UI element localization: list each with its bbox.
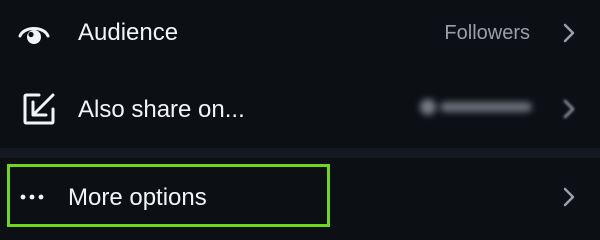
share-arrow-icon [23, 93, 55, 125]
audience-value: Followers [444, 22, 530, 44]
chevron-right-icon [563, 23, 575, 43]
account-avatar-icon [420, 99, 436, 115]
more-horizontal-icon [20, 194, 44, 200]
more-options-label: More options [68, 184, 207, 211]
also-share-row[interactable]: Also share on... [0, 76, 600, 142]
section-divider [0, 148, 600, 158]
redacted-account [418, 96, 536, 118]
eye-icon [18, 27, 50, 44]
chevron-right-icon [563, 187, 575, 207]
settings-screen: Audience Followers Also share on... More… [0, 0, 600, 240]
chevron-right-icon [563, 99, 575, 119]
audience-row[interactable]: Audience Followers [0, 0, 600, 66]
audience-label: Audience [78, 19, 179, 46]
redacted-account-name [440, 102, 532, 112]
more-options-row[interactable]: More options [0, 160, 600, 232]
also-share-label: Also share on... [78, 96, 245, 123]
